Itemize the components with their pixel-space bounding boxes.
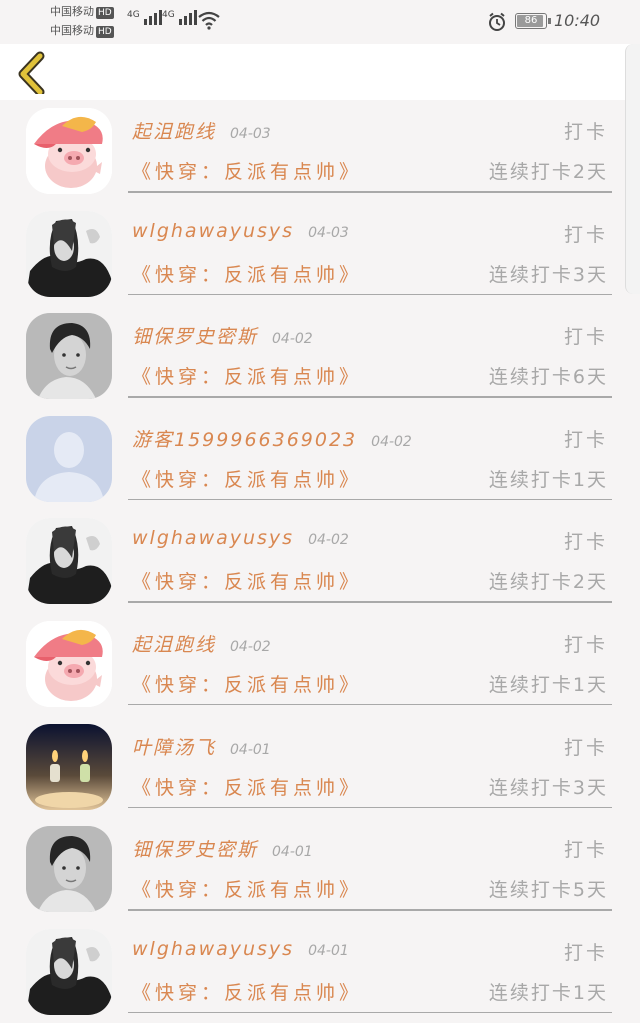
user-name: 叶障汤飞 04-01 [132, 736, 271, 759]
avatar[interactable] [26, 415, 112, 502]
user-name: 钿保罗史密斯 04-01 [132, 839, 313, 862]
avatar[interactable] [26, 313, 112, 400]
book-title[interactable]: 《快穿：反派有点帅》 [132, 670, 362, 697]
avatar[interactable] [26, 518, 112, 605]
avatar[interactable] [26, 723, 112, 810]
user-name: wlghawayusys 04-02 [132, 527, 349, 550]
checkin-date: 04-03 [308, 224, 349, 241]
avatar[interactable] [26, 620, 112, 707]
checkin-date: 04-02 [308, 532, 349, 549]
checkin-label: 打卡 [563, 633, 608, 656]
checkin-label: 打卡 [563, 736, 608, 759]
status-bar: 中国移动 HD 中国移动 HD 4G 4G 86 10:40 [0, 0, 640, 44]
checkin-label: 打卡 [563, 326, 608, 349]
carrier-1: 中国移动 HD [50, 5, 114, 19]
streak-text: 连续打卡1天 [488, 468, 608, 491]
checkin-date: 04-02 [230, 638, 271, 655]
checkin-label: 打卡 [563, 531, 608, 554]
avatar[interactable] [26, 928, 112, 1015]
user-name: 钿保罗史密斯 04-02 [132, 326, 313, 349]
divider [128, 601, 612, 603]
checkin-label: 打卡 [563, 223, 608, 246]
checkin-label: 打卡 [563, 941, 608, 964]
streak-text: 连续打卡2天 [488, 571, 608, 594]
list-item[interactable]: wlghawayusys 04-01 打卡 《快穿：反派有点帅》 连续打卡1天 [0, 921, 640, 1023]
battery-icon: 86 [515, 13, 551, 29]
book-title[interactable]: 《快穿：反派有点帅》 [132, 362, 362, 389]
streak-text: 连续打卡1天 [488, 673, 608, 696]
checkin-date: 04-01 [272, 844, 313, 861]
list-item[interactable]: wlghawayusys 04-03 打卡 《快穿：反派有点帅》 连续打卡3天 [0, 203, 640, 306]
divider [128, 498, 612, 501]
user-name: 起沮跑线 04-02 [132, 633, 271, 656]
avatar[interactable] [26, 210, 112, 297]
streak-text: 连续打卡2天 [488, 161, 608, 183]
book-title[interactable]: 《快穿：反派有点帅》 [132, 260, 362, 287]
list-item[interactable]: 钿保罗史密斯 04-02 打卡 《快穿：反派有点帅》 连续打卡6天 [0, 305, 640, 408]
divider [128, 396, 612, 398]
checkin-date: 04-02 [272, 331, 313, 348]
streak-text: 连续打卡6天 [488, 366, 608, 389]
book-title[interactable]: 《快穿：反派有点帅》 [132, 875, 362, 902]
book-title[interactable]: 《快穿：反派有点帅》 [132, 567, 362, 594]
divider [128, 909, 612, 911]
carrier-2: 中国移动 HD [50, 24, 114, 38]
divider [128, 293, 612, 296]
list-item[interactable]: 起沮跑线 04-02 打卡 《快穿：反派有点帅》 连续打卡1天 [0, 613, 640, 716]
chevron-left-icon [18, 51, 45, 97]
avatar[interactable] [26, 108, 112, 194]
signal-icon: 4G [127, 10, 162, 25]
user-name: wlghawayusys 04-01 [132, 937, 349, 960]
checkin-label: 打卡 [563, 121, 608, 143]
checkin-list: 起沮跑线 04-03 打卡 《快穿：反派有点帅》 连续打卡2天 wlghawayu… [0, 100, 640, 1023]
divider [128, 806, 612, 809]
user-name: wlghawayusys 04-03 [132, 219, 349, 242]
book-title[interactable]: 《快穿：反派有点帅》 [132, 773, 362, 800]
list-item[interactable]: 钿保罗史密斯 04-01 打卡 《快穿：反派有点帅》 连续打卡5天 [0, 818, 640, 921]
divider [128, 703, 612, 706]
user-name: 起沮跑线 04-03 [132, 121, 271, 143]
back-button[interactable] [14, 50, 54, 97]
checkin-label: 打卡 [563, 428, 608, 451]
divider [128, 1011, 612, 1014]
list-item[interactable]: 游客15999663690​23 04-02 打卡 《快穿：反派有点帅》 连续打卡… [0, 408, 640, 511]
book-title[interactable]: 《快穿：反派有点帅》 [132, 465, 362, 492]
wifi-icon [198, 11, 220, 30]
divider [128, 191, 612, 193]
alarm-icon [489, 12, 505, 31]
streak-text: 连续打卡5天 [488, 879, 608, 902]
book-title[interactable]: 《快穿：反派有点帅》 [132, 978, 362, 1005]
checkin-date: 04-03 [230, 126, 271, 142]
streak-text: 连续打卡1天 [488, 981, 608, 1004]
checkin-date: 04-01 [230, 741, 271, 758]
list-item[interactable]: wlghawayusys 04-02 打卡 《快穿：反派有点帅》 连续打卡2天 [0, 510, 640, 613]
signal-icon-2: 4G [162, 10, 197, 25]
navbar [0, 44, 640, 100]
streak-text: 连续打卡3天 [488, 776, 608, 799]
user-name: 游客15999663690​23 04-02 [132, 428, 412, 451]
book-title[interactable]: 《快穿：反派有点帅》 [132, 157, 362, 184]
list-item[interactable]: 叶障汤飞 04-01 打卡 《快穿：反派有点帅》 连续打卡3天 [0, 716, 640, 819]
checkin-date: 04-02 [371, 433, 412, 450]
streak-text: 连续打卡3天 [488, 263, 608, 286]
checkin-label: 打卡 [563, 839, 608, 862]
checkin-date: 04-01 [308, 942, 349, 959]
avatar[interactable] [26, 826, 112, 913]
list-item[interactable]: 起沮跑线 04-03 打卡 《快穿：反派有点帅》 连续打卡2天 [0, 100, 640, 203]
status-time: 10:40 [554, 11, 601, 30]
